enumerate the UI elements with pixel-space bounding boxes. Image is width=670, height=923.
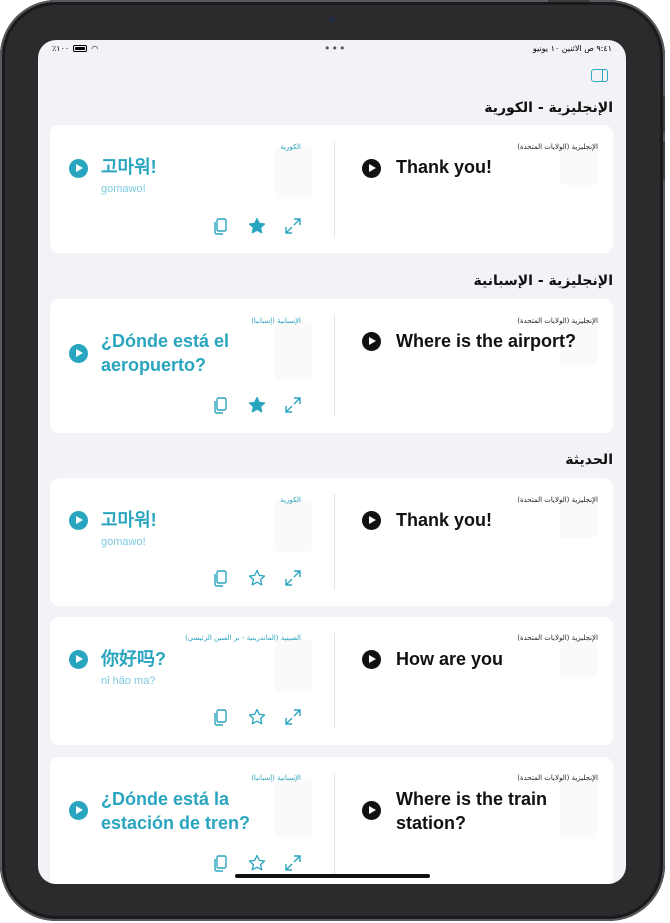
source-phrase: 고마워!	[101, 510, 157, 530]
translation-card[interactable]: الإسبانية (إسبانيا) ¿Dónde está el aerop…	[50, 299, 613, 433]
target-language-label: الإنجليزية (الولايات المتحدة)	[517, 496, 598, 504]
sidebar-icon[interactable]	[591, 69, 608, 82]
top-button	[548, 0, 590, 2]
star-icon[interactable]	[247, 395, 267, 415]
source-phrase: ¿Dónde está la estación de tren?	[101, 789, 251, 833]
battery-percent: ٪١٠٠	[52, 44, 70, 53]
target-phrase: Where is the train station?	[396, 789, 548, 833]
expand-icon[interactable]	[283, 216, 303, 236]
translation-card[interactable]: الكورية 고마워! gomawo! الإنجليزية (الولايا…	[50, 125, 613, 253]
multitasking-dots-icon[interactable]: •••	[324, 42, 346, 55]
play-icon[interactable]	[69, 650, 88, 669]
expand-icon[interactable]	[283, 853, 303, 873]
play-icon[interactable]	[69, 344, 88, 363]
translation-card[interactable]: الإسبانية (إسبانيا) ¿Dónde está la estac…	[50, 757, 613, 884]
star-icon[interactable]	[247, 568, 267, 588]
target-language-label: الإنجليزية (الولايات المتحدة)	[517, 317, 598, 325]
transliteration: nǐ hǎo ma?	[101, 675, 156, 687]
copy-icon[interactable]	[210, 853, 230, 873]
source-language-label: الإسبانية (إسبانيا)	[251, 774, 301, 782]
play-icon[interactable]	[362, 650, 381, 669]
copy-icon[interactable]	[210, 395, 230, 415]
transliteration: gomawo!	[101, 536, 146, 548]
copy-icon[interactable]	[210, 568, 230, 588]
card-divider	[334, 494, 335, 590]
status-datetime: ٩:٤١ ص الاثنين ١٠ يونيو	[532, 44, 612, 53]
transliteration: gomawo!	[101, 183, 146, 195]
play-icon[interactable]	[362, 801, 381, 820]
source-phrase: 고마워!	[101, 157, 157, 177]
star-icon[interactable]	[247, 853, 267, 873]
play-icon[interactable]	[69, 511, 88, 530]
target-phrase: How are you	[396, 649, 504, 669]
source-language-label: الكورية	[280, 143, 301, 151]
play-icon[interactable]	[362, 332, 381, 351]
copy-icon[interactable]	[210, 216, 230, 236]
wifi-icon: ◠	[91, 44, 99, 53]
target-language-label: الإنجليزية (الولايات المتحدة)	[517, 143, 598, 151]
play-icon[interactable]	[362, 159, 381, 178]
expand-icon[interactable]	[283, 707, 303, 727]
volume-up-button	[663, 95, 665, 133]
card-divider	[334, 141, 335, 237]
battery-icon	[73, 45, 88, 52]
card-divider	[334, 315, 335, 417]
target-language-label: الإنجليزية (الولايات المتحدة)	[517, 774, 598, 782]
expand-icon[interactable]	[283, 395, 303, 415]
play-icon[interactable]	[362, 511, 381, 530]
target-phrase: Thank you!	[396, 510, 493, 530]
source-language-label: الإسبانية (إسبانيا)	[251, 317, 301, 325]
source-language-label: الكورية	[280, 496, 301, 504]
star-icon[interactable]	[247, 707, 267, 727]
target-language-label: الإنجليزية (الولايات المتحدة)	[517, 634, 598, 642]
card-divider	[334, 773, 335, 877]
screen: ٪١٠٠ ◠ ••• ٩:٤١ ص الاثنين ١٠ يونيو الإنج…	[38, 40, 626, 884]
section-title-recent: الحديثة	[565, 452, 613, 468]
volume-down-button	[663, 142, 665, 180]
ipad-frame: ٪١٠٠ ◠ ••• ٩:٤١ ص الاثنين ١٠ يونيو الإنج…	[0, 0, 665, 921]
source-phrase: ¿Dónde está el aeropuerto?	[101, 331, 230, 375]
section-title-korean: الإنجليزية - الكورية	[484, 100, 613, 116]
translation-card[interactable]: الكورية 고마워! gomawo! الإنجليزية (الولايا…	[50, 478, 613, 606]
copy-icon[interactable]	[210, 707, 230, 727]
target-phrase: Where is the airport?	[396, 331, 577, 351]
status-bar: ٪١٠٠ ◠ ••• ٩:٤١ ص الاثنين ١٠ يونيو	[38, 40, 626, 62]
source-phrase: 你好吗?	[101, 649, 166, 669]
front-camera	[329, 17, 334, 22]
home-indicator[interactable]	[235, 874, 430, 878]
translation-card[interactable]: الصينية (الماندرينية - بر الصين الرئيسي)…	[50, 617, 613, 745]
play-icon[interactable]	[69, 801, 88, 820]
star-icon[interactable]	[247, 216, 267, 236]
section-title-spanish: الإنجليزية - الإسبانية	[473, 273, 613, 289]
card-divider	[334, 633, 335, 729]
target-phrase: Thank you!	[396, 157, 493, 177]
play-icon[interactable]	[69, 159, 88, 178]
source-language-label: الصينية (الماندرينية - بر الصين الرئيسي)	[184, 634, 301, 642]
expand-icon[interactable]	[283, 568, 303, 588]
